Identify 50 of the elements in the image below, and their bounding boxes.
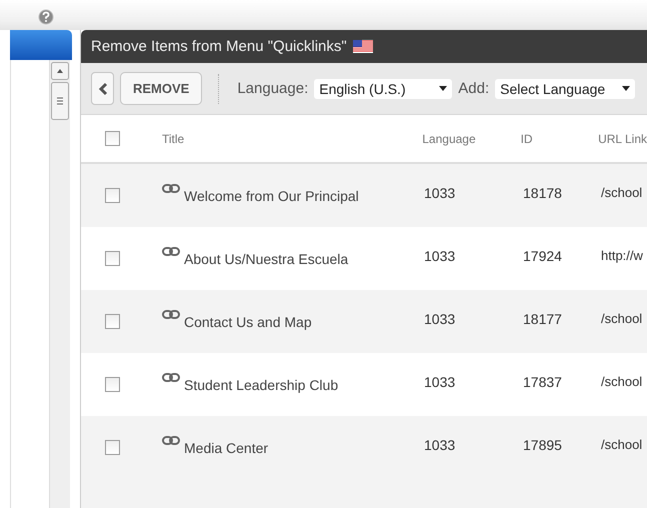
column-header[interactable]: Language [422,132,521,146]
id-cell-text: 17924 [523,248,563,264]
back-button[interactable] [91,72,114,105]
row-checkbox[interactable] [105,377,120,392]
column-header[interactable]: ID [520,132,598,146]
language-cell-text: 1033 [424,184,456,200]
column-header[interactable]: Title [162,132,422,146]
select-all-checkbox[interactable] [105,131,120,146]
add-language-dropdown[interactable]: Select Language [495,78,636,98]
title-cell[interactable]: Student Leadership Club [184,376,338,392]
title-cell[interactable]: Media Center [184,440,268,456]
language-cell-text: 1033 [424,310,456,326]
row-checkbox[interactable] [105,314,120,329]
add-label: Add: [458,80,490,97]
language-label: Language: [237,80,308,97]
language-cell-text: 1033 [424,374,456,390]
url-cell: http://w [601,248,643,263]
scroll-thumb-icon[interactable] [51,82,69,120]
flag-icon [352,40,373,53]
id-cell-text: 18178 [523,184,563,200]
id-cell-text: 18177 [523,310,563,326]
chevron-left-icon [98,82,108,96]
url-cell: /school [601,374,642,389]
id-cell-text: 17895 [523,436,563,452]
link-icon [162,436,180,444]
scrollbar[interactable] [49,60,70,508]
title-cell[interactable]: About Us/Nuestra Escuela [184,250,348,266]
remove-button[interactable]: REMOVE [120,72,202,105]
title-cell[interactable]: Welcome from Our Principal [184,188,359,204]
column-header[interactable]: URL Link [598,132,647,146]
language-dropdown[interactable]: English (U.S.) [314,78,452,98]
url-cell: /school [601,311,642,326]
link-icon [162,184,180,192]
row-checkbox[interactable] [105,251,120,266]
caret-icon [439,86,448,91]
link-icon [162,372,180,382]
language-cell-text: 1033 [424,436,456,452]
title-cell[interactable]: Contact Us and Map [184,314,312,330]
caret-icon [622,86,630,91]
id-cell-text: 17837 [523,374,563,390]
row-checkbox[interactable] [105,188,120,203]
url-cell: /school [601,185,642,200]
row-checkbox[interactable] [105,440,120,455]
panel-title: Remove Items from Menu "Quicklinks" [91,38,347,55]
language-cell-text: 1033 [424,248,456,264]
link-icon [162,246,180,256]
url-cell: /school [601,437,642,452]
help-icon[interactable] [38,9,54,25]
link-icon [162,310,180,318]
scroll-up-icon[interactable] [51,62,69,80]
